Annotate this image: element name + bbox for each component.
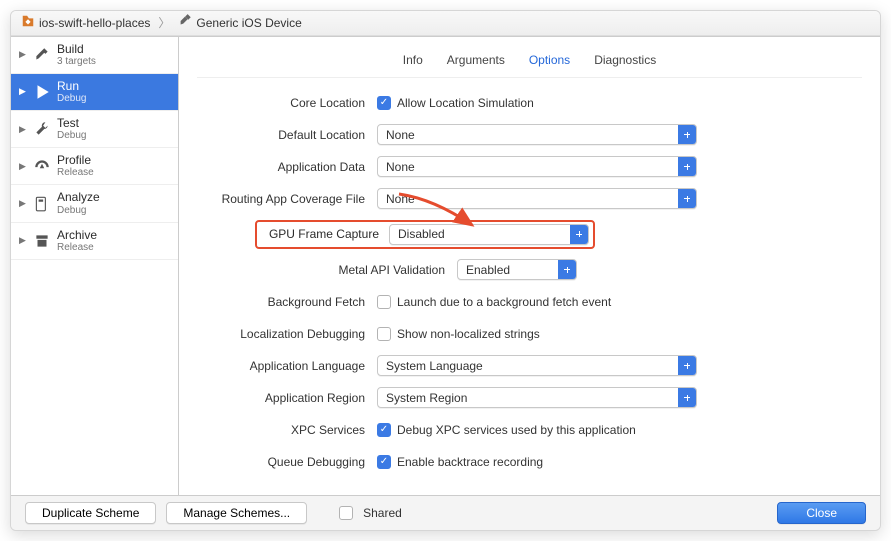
- metal-validation-select[interactable]: Enabled: [457, 259, 577, 280]
- scheme-editor-window: ios-swift-hello-places 〉 Generic iOS Dev…: [10, 10, 881, 531]
- sidebar-item-sub: Release: [57, 242, 97, 253]
- sidebar-item-sub: Debug: [57, 93, 86, 104]
- manage-schemes-button[interactable]: Manage Schemes...: [166, 502, 307, 524]
- hammer-icon: [33, 48, 51, 62]
- application-language-label: Application Language: [197, 359, 377, 373]
- gauge-icon: [33, 159, 51, 173]
- chevron-right-icon: ▶: [19, 161, 27, 172]
- default-location-select[interactable]: None: [377, 124, 697, 145]
- breadcrumb-bar: ios-swift-hello-places 〉 Generic iOS Dev…: [11, 11, 880, 36]
- chevron-right-icon: ▶: [19, 124, 27, 135]
- app-icon: [21, 14, 35, 31]
- hammer-icon: [178, 14, 192, 31]
- chevron-right-icon: ▶: [19, 86, 27, 97]
- core-location-label: Core Location: [197, 96, 377, 110]
- sidebar-item-label: Profile: [57, 154, 94, 167]
- sidebar-item-label: Archive: [57, 229, 97, 242]
- analyze-icon: [33, 197, 51, 211]
- xpc-services-text: Debug XPC services used by this applicat…: [397, 423, 636, 437]
- shared-checkbox[interactable]: [339, 506, 353, 520]
- application-region-label: Application Region: [197, 391, 377, 405]
- scheme-sidebar: ▶ Build 3 targets ▶ Run Debug ▶ Te: [11, 37, 179, 495]
- main-body: ▶ Build 3 targets ▶ Run Debug ▶ Te: [11, 36, 880, 495]
- application-language-select[interactable]: System Language: [377, 355, 697, 376]
- breadcrumb-target[interactable]: Generic iOS Device: [178, 14, 301, 31]
- xpc-services-label: XPC Services: [197, 423, 377, 437]
- application-data-select[interactable]: None: [377, 156, 697, 177]
- wrench-icon: [33, 122, 51, 136]
- background-fetch-checkbox[interactable]: [377, 295, 391, 309]
- tab-diagnostics[interactable]: Diagnostics: [594, 53, 656, 67]
- sidebar-item-label: Run: [57, 80, 86, 93]
- application-data-label: Application Data: [197, 160, 377, 174]
- sidebar-item-archive[interactable]: ▶ Archive Release: [11, 223, 178, 260]
- background-fetch-label: Background Fetch: [197, 295, 377, 309]
- options-panel: Info Arguments Options Diagnostics Core …: [179, 37, 880, 495]
- sidebar-item-profile[interactable]: ▶ Profile Release: [11, 148, 178, 185]
- chevron-right-icon: ▶: [19, 235, 27, 246]
- shared-label: Shared: [363, 506, 402, 520]
- close-button[interactable]: Close: [777, 502, 866, 524]
- sidebar-item-run[interactable]: ▶ Run Debug: [11, 74, 178, 111]
- footer-bar: Duplicate Scheme Manage Schemes... Share…: [11, 495, 880, 530]
- allow-location-checkbox[interactable]: [377, 96, 391, 110]
- application-region-select[interactable]: System Region: [377, 387, 697, 408]
- background-fetch-text: Launch due to a background fetch event: [397, 295, 611, 309]
- sidebar-item-analyze[interactable]: ▶ Analyze Debug: [11, 185, 178, 222]
- localization-debug-label: Localization Debugging: [197, 327, 377, 341]
- gpu-capture-select[interactable]: Disabled: [389, 224, 589, 245]
- localization-debug-checkbox[interactable]: [377, 327, 391, 341]
- play-icon: [33, 85, 51, 99]
- breadcrumb-project[interactable]: ios-swift-hello-places: [21, 14, 150, 31]
- routing-file-select[interactable]: None: [377, 188, 697, 209]
- breadcrumb-separator: 〉: [154, 14, 174, 31]
- xpc-services-checkbox[interactable]: [377, 423, 391, 437]
- gpu-capture-label: GPU Frame Capture: [261, 227, 379, 241]
- default-location-label: Default Location: [197, 128, 377, 142]
- breadcrumb-target-label: Generic iOS Device: [196, 16, 301, 30]
- chevron-right-icon: ▶: [19, 49, 27, 60]
- queue-debugging-label: Queue Debugging: [197, 455, 377, 469]
- localization-debug-text: Show non-localized strings: [397, 327, 540, 341]
- metal-validation-label: Metal API Validation: [197, 263, 457, 277]
- tab-info[interactable]: Info: [403, 53, 423, 67]
- sidebar-item-label: Analyze: [57, 191, 100, 204]
- sidebar-item-sub: Debug: [57, 205, 100, 216]
- sidebar-item-sub: Debug: [57, 130, 86, 141]
- sidebar-item-label: Test: [57, 117, 86, 130]
- scheme-tabs: Info Arguments Options Diagnostics: [197, 49, 862, 78]
- breadcrumb-project-label: ios-swift-hello-places: [39, 16, 150, 30]
- archive-icon: [33, 234, 51, 248]
- tab-arguments[interactable]: Arguments: [447, 53, 505, 67]
- allow-location-label: Allow Location Simulation: [397, 96, 534, 110]
- sidebar-item-sub: Release: [57, 167, 94, 178]
- sidebar-item-test[interactable]: ▶ Test Debug: [11, 111, 178, 148]
- tab-options[interactable]: Options: [529, 53, 570, 67]
- sidebar-item-build[interactable]: ▶ Build 3 targets: [11, 37, 178, 74]
- sidebar-item-sub: 3 targets: [57, 56, 96, 67]
- gpu-capture-highlight: GPU Frame Capture Disabled: [255, 220, 595, 249]
- queue-debugging-text: Enable backtrace recording: [397, 455, 543, 469]
- routing-file-label: Routing App Coverage File: [197, 192, 377, 206]
- duplicate-scheme-button[interactable]: Duplicate Scheme: [25, 502, 156, 524]
- queue-debugging-checkbox[interactable]: [377, 455, 391, 469]
- sidebar-item-label: Build: [57, 43, 96, 56]
- chevron-right-icon: ▶: [19, 198, 27, 209]
